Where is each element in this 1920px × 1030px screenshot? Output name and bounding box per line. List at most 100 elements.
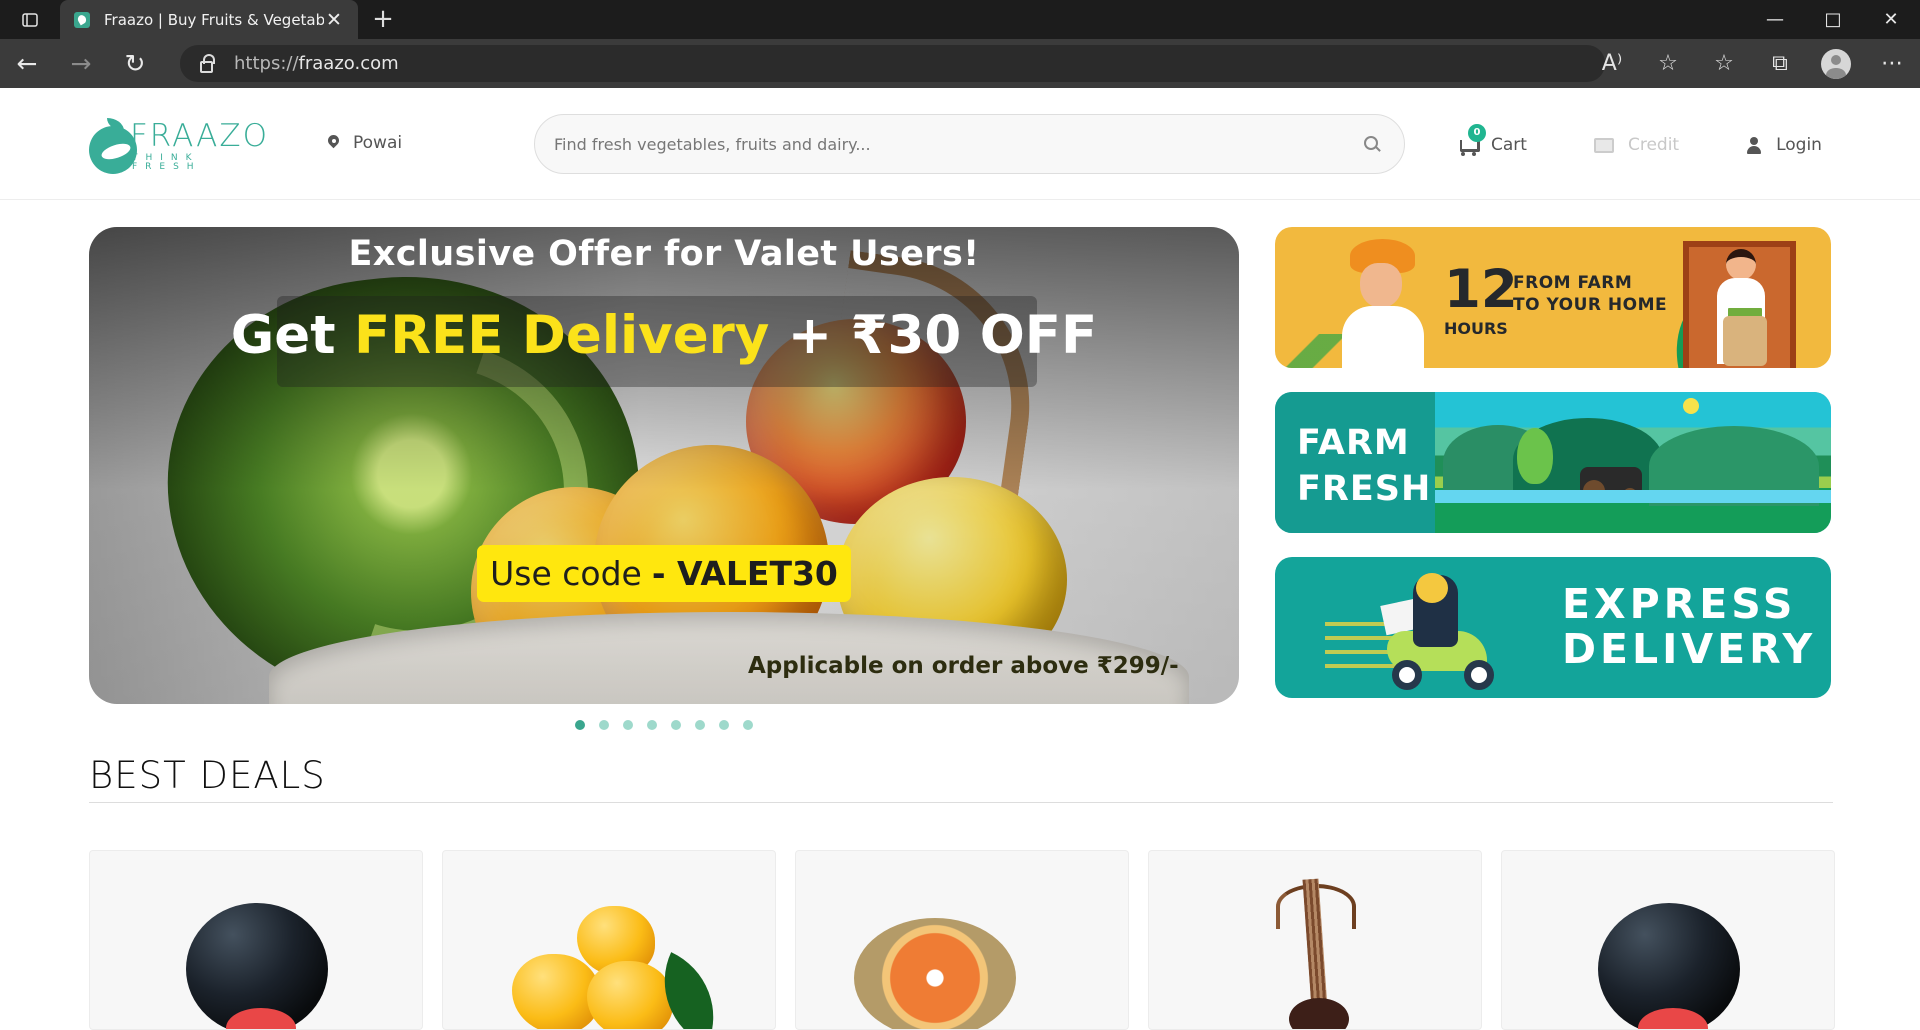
location-pin-icon — [327, 135, 339, 151]
read-aloud-icon[interactable]: A⁾ — [1584, 39, 1640, 88]
watermelon-image — [1598, 903, 1740, 1029]
search-icon[interactable] — [1362, 135, 1380, 153]
free-delivery-highlight: FREE Delivery — [354, 305, 770, 366]
maximize-window-icon[interactable]: □ — [1804, 0, 1862, 39]
offer-prefix: Get — [230, 305, 355, 366]
cart-count-badge: 0 — [1468, 124, 1486, 142]
browser-toolbar-icons: A⁾ ☆ ☆ ⧉ ⋯ — [1584, 39, 1920, 88]
express-line-1: EXPRESS — [1562, 580, 1797, 628]
customer-illustration — [1713, 249, 1773, 368]
farmer-illustration — [1342, 239, 1424, 368]
cart-icon: 0 — [1457, 124, 1486, 156]
product-card-mango[interactable] — [442, 850, 776, 1030]
farmer-shirt-shape — [1342, 306, 1424, 368]
window-controls: — □ ✕ — [1746, 0, 1920, 39]
customer-head-shape — [1726, 249, 1756, 280]
farm-to-home-promo[interactable]: 12 FROM FARM TO YOUR HOME HOURS — [1275, 227, 1831, 368]
cart-label: Cart — [1491, 135, 1527, 155]
sun-shape — [1683, 398, 1699, 414]
login-button[interactable]: Login — [1746, 135, 1822, 155]
refresh-icon[interactable]: ↻ — [108, 42, 162, 86]
url-host: fraazo.com — [298, 53, 399, 74]
carousel-dot-active[interactable] — [575, 720, 585, 730]
promo-code: - VALET30 — [651, 554, 838, 593]
address-bar[interactable]: https:// fraazo.com — [180, 45, 1605, 82]
farm-fresh-promo[interactable]: FARM FRESH — [1275, 392, 1831, 533]
header-actions: 0 Cart Credit Login — [1457, 124, 1889, 156]
location-selector[interactable]: Powai — [327, 133, 402, 153]
fraazo-favicon-icon — [74, 11, 90, 28]
delivery-scooter-illustration — [1325, 573, 1495, 690]
scooter-wheel-shape — [1464, 660, 1494, 690]
new-tab-icon[interactable]: + — [368, 4, 398, 34]
product-card-watermelon[interactable] — [1501, 850, 1835, 1030]
favorites-icon[interactable]: ☆ — [1696, 39, 1752, 88]
farm-to-home-text: FROM FARM TO YOUR HOME — [1513, 272, 1667, 316]
express-delivery-promo[interactable]: EXPRESS DELIVERY — [1275, 557, 1831, 698]
farm-fresh-title: FARM FRESH — [1297, 420, 1431, 512]
product-card-root-bundle[interactable] — [1148, 850, 1482, 1030]
site-header: FRAAZO THINK FRESH Powai Find fresh vege… — [0, 88, 1920, 200]
muskmelon-image — [854, 918, 1016, 1029]
farm-fresh-line-2: FRESH — [1297, 469, 1432, 509]
hero-carousel-dots — [575, 720, 753, 730]
express-line-2: DELIVERY — [1562, 625, 1817, 673]
tab-bar: Fraazo | Buy Fruits & Vegetables ✕ + — □… — [0, 0, 1920, 39]
close-window-icon[interactable]: ✕ — [1862, 0, 1920, 39]
hero-offer-text: Get FREE Delivery + ₹30 OFF — [89, 305, 1239, 366]
cart-button[interactable]: 0 Cart — [1457, 124, 1527, 156]
collections-icon[interactable]: ⧉ — [1752, 39, 1808, 88]
minimize-window-icon[interactable]: — — [1746, 0, 1804, 39]
carousel-dot[interactable] — [743, 720, 753, 730]
carousel-dot[interactable] — [647, 720, 657, 730]
tree-shape — [1517, 428, 1553, 484]
browser-chrome: Fraazo | Buy Fruits & Vegetables ✕ + — □… — [0, 0, 1920, 88]
fraazo-logo-icon — [89, 118, 137, 174]
product-card-watermelon[interactable] — [89, 850, 423, 1030]
promo-code-box: Use code - VALET30 — [477, 545, 851, 602]
offer-terms: Applicable on order above ₹299/- — [748, 653, 1179, 679]
forward-icon: → — [70, 49, 92, 78]
farmer-face-shape — [1360, 263, 1402, 308]
tab-close-icon[interactable]: ✕ — [324, 10, 344, 30]
add-favorite-icon[interactable]: ☆ — [1640, 39, 1696, 88]
profile-avatar-icon[interactable] — [1808, 39, 1864, 88]
credit-label: Credit — [1627, 135, 1680, 155]
hero-offer-banner[interactable]: Exclusive Offer for Valet Users! Get FRE… — [89, 227, 1239, 704]
offer-suffix: + ₹30 OFF — [769, 305, 1098, 366]
search-field[interactable]: Find fresh vegetables, fruits and dairy.… — [534, 114, 1405, 174]
carousel-dot[interactable] — [719, 720, 729, 730]
root-base-shape — [1289, 998, 1349, 1029]
delivery-hours-number: 12 — [1444, 259, 1518, 320]
scooter-wheel-shape — [1392, 660, 1422, 690]
mango-image — [510, 906, 737, 1029]
credit-button[interactable]: Credit — [1593, 135, 1680, 155]
express-delivery-title: EXPRESS DELIVERY — [1562, 582, 1816, 672]
tab-actions-icon[interactable] — [0, 0, 60, 39]
more-options-icon[interactable]: ⋯ — [1864, 39, 1920, 88]
hours-label: HOURS — [1444, 319, 1508, 338]
watermelon-image — [186, 903, 328, 1029]
promo-code-prefix: Use code — [490, 554, 642, 593]
carousel-dot[interactable] — [599, 720, 609, 730]
url-scheme: https:// — [234, 53, 299, 74]
active-browser-tab[interactable]: Fraazo | Buy Fruits & Vegetables ✕ — [60, 0, 358, 39]
logo-tagline: THINK FRESH — [131, 152, 202, 172]
search-placeholder: Find fresh vegetables, fruits and dairy.… — [554, 134, 871, 154]
tab-title: Fraazo | Buy Fruits & Vegetables — [104, 10, 324, 29]
farm-fresh-line-1: FARM — [1297, 423, 1410, 463]
farm-landscape-illustration — [1435, 392, 1831, 533]
tab-actions-icon-svg — [22, 12, 38, 27]
section-divider — [89, 802, 1833, 803]
grocery-bag-shape — [1723, 316, 1767, 366]
carousel-dot[interactable] — [671, 720, 681, 730]
carousel-dot[interactable] — [695, 720, 705, 730]
root-bundle-image — [1261, 878, 1371, 1029]
fraazo-logo[interactable]: FRAAZO THINK FRESH — [89, 115, 269, 177]
carousel-dot[interactable] — [623, 720, 633, 730]
back-icon[interactable]: ← — [0, 42, 54, 86]
farm-line-2: TO YOUR HOME — [1513, 295, 1668, 315]
avatar — [1821, 48, 1851, 79]
user-icon — [1746, 136, 1762, 154]
product-card-muskmelon[interactable] — [795, 850, 1129, 1030]
